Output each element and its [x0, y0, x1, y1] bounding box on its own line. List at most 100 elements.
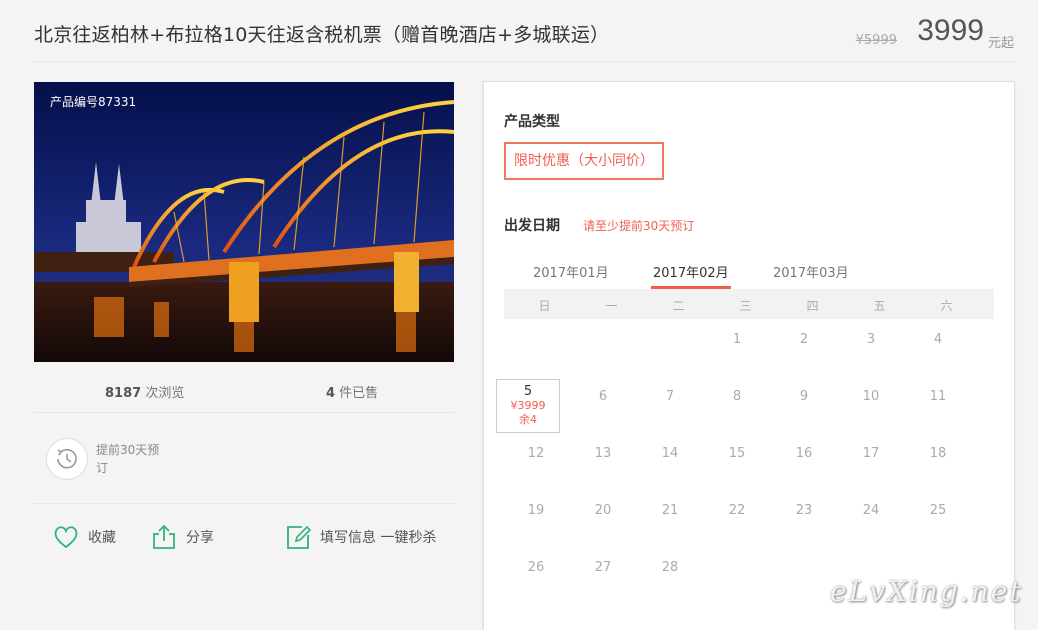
calendar-day-number: 2	[799, 332, 809, 347]
calendar-day: 27	[571, 550, 635, 604]
calendar-day-number: 27	[594, 560, 612, 575]
share-icon	[153, 524, 175, 549]
sold-label: 件已售	[335, 386, 379, 401]
current-price: 3999	[917, 14, 984, 47]
calendar-day: 8	[705, 379, 769, 433]
calendar-day-number: 4	[933, 332, 943, 347]
calendar-day-number: 24	[862, 503, 880, 518]
weekday-thu: 四	[806, 299, 819, 313]
weekday-mon: 一	[605, 299, 618, 313]
calendar-day: 12	[504, 436, 568, 490]
product-title: 北京往返柏林+布拉格10天往返含税机票（赠首晚酒店+多城联运）	[34, 24, 610, 46]
calendar-day-number: 1	[732, 332, 742, 347]
calendar-day: 21	[638, 493, 702, 547]
calendar-day: 14	[638, 436, 702, 490]
advance-booking-info: 提前30天预订	[34, 413, 454, 504]
fill-info-label: 填写信息 一键秒杀	[320, 530, 437, 546]
price-unit: 元起	[987, 36, 1014, 51]
views-stat: 8187 次浏览	[105, 382, 184, 401]
calendar-day: 13	[571, 436, 635, 490]
calendar-day: 26	[504, 550, 568, 604]
product-number: 产品编号87331	[50, 95, 137, 109]
favorite-label: 收藏	[88, 530, 116, 546]
calendar-day: 28	[638, 550, 702, 604]
calendar-day-number: 21	[661, 503, 679, 518]
calendar-day: 4	[906, 322, 970, 376]
favorite-button[interactable]: 收藏	[52, 522, 116, 552]
calendar-day-number: 25	[929, 503, 947, 518]
calendar-day: 20	[571, 493, 635, 547]
sold-count: 4	[326, 386, 336, 401]
calendar-day: 10	[839, 379, 903, 433]
product-stats: 8187 次浏览 4 件已售	[34, 368, 454, 413]
calendar-day-number: 8	[732, 389, 742, 404]
calendar-day[interactable]: 5 ¥3999 余4	[496, 379, 560, 433]
calendar-day-number: 26	[527, 560, 545, 575]
calendar-day-number: 12	[527, 446, 545, 461]
calendar-day: 3	[839, 322, 903, 376]
tab-month-jan[interactable]: 2017年01月	[533, 262, 609, 281]
calendar-day-number: 6	[598, 389, 608, 404]
calendar-day-number: 20	[594, 503, 612, 518]
calendar-day: 19	[504, 493, 568, 547]
product-photo: 产品编号87331	[34, 82, 454, 362]
product-type-option[interactable]: 限时优惠（大小同价）	[504, 142, 664, 180]
calendar-day: 1	[705, 322, 769, 376]
weekday-tue: 二	[672, 299, 685, 313]
tab-month-feb[interactable]: 2017年02月	[653, 262, 729, 281]
original-price: ¥5999	[855, 33, 897, 48]
calendar-day-number: 5	[523, 384, 533, 399]
calendar-day-number: 14	[661, 446, 679, 461]
calendar-day-number: 23	[795, 503, 813, 518]
action-bar: 收藏 分享 填写信息 一键秒杀	[34, 504, 454, 574]
weekday-wed: 三	[739, 299, 752, 313]
calendar-day: 15	[705, 436, 769, 490]
views-label: 次浏览	[141, 386, 185, 401]
weekday-header: 日 一 二 三 四 五 六	[504, 289, 994, 319]
advance-booking-text: 提前30天预订	[96, 443, 160, 475]
calendar-day-number: 10	[862, 389, 880, 404]
edit-icon	[287, 525, 312, 549]
calendar-day-number: 13	[594, 446, 612, 461]
heart-icon	[54, 526, 78, 549]
sold-stat: 4 件已售	[326, 382, 378, 401]
fill-info-button[interactable]: 填写信息 一键秒杀	[284, 522, 436, 552]
calendar-day-remaining: 余4	[519, 413, 537, 426]
departure-date-title: 出发日期	[504, 218, 560, 234]
product-type-title: 产品类型	[504, 114, 560, 130]
weekday-sun: 日	[538, 299, 551, 313]
calendar-day: 24	[839, 493, 903, 547]
calendar-day: 16	[772, 436, 836, 490]
calendar-day-number: 28	[661, 560, 679, 575]
month-tabs: 2017年01月 2017年02月 2017年03月	[504, 254, 994, 289]
weekday-sat: 六	[940, 299, 953, 313]
share-label: 分享	[186, 530, 214, 546]
calendar-day-number: 16	[795, 446, 813, 461]
calendar-day: 7	[638, 379, 702, 433]
tab-month-mar[interactable]: 2017年03月	[773, 262, 849, 281]
clock-history-icon	[46, 438, 88, 480]
calendar-day: 25	[906, 493, 970, 547]
calendar-day-number: 7	[665, 389, 675, 404]
cologne-bridge-image	[34, 82, 454, 362]
calendar-day-number: 22	[728, 503, 746, 518]
calendar-day: 22	[705, 493, 769, 547]
calendar-day-number: 9	[799, 389, 809, 404]
share-button[interactable]: 分享	[150, 522, 214, 552]
calendar-day-number: 18	[929, 446, 947, 461]
calendar-day-number: 11	[929, 389, 947, 404]
calendar-day-number: 3	[866, 332, 876, 347]
calendar-day: 23	[772, 493, 836, 547]
booking-panel: 产品类型 限时优惠（大小同价） 出发日期 请至少提前30天预订 2017年01月…	[483, 81, 1015, 630]
site-watermark: eLvXing.net	[830, 575, 1023, 608]
calendar-day: 2	[772, 322, 836, 376]
date-hint: 请至少提前30天预订	[583, 219, 695, 233]
calendar-day: 6	[571, 379, 635, 433]
calendar-day: 9	[772, 379, 836, 433]
calendar-day: 18	[906, 436, 970, 490]
calendar-day-number: 15	[728, 446, 746, 461]
calendar-day-price: ¥3999	[510, 399, 546, 412]
calendar-day: 17	[839, 436, 903, 490]
page-header: 北京往返柏林+布拉格10天往返含税机票（赠首晚酒店+多城联运） ¥5999 39…	[34, 0, 1014, 62]
calendar-day-number: 19	[527, 503, 545, 518]
